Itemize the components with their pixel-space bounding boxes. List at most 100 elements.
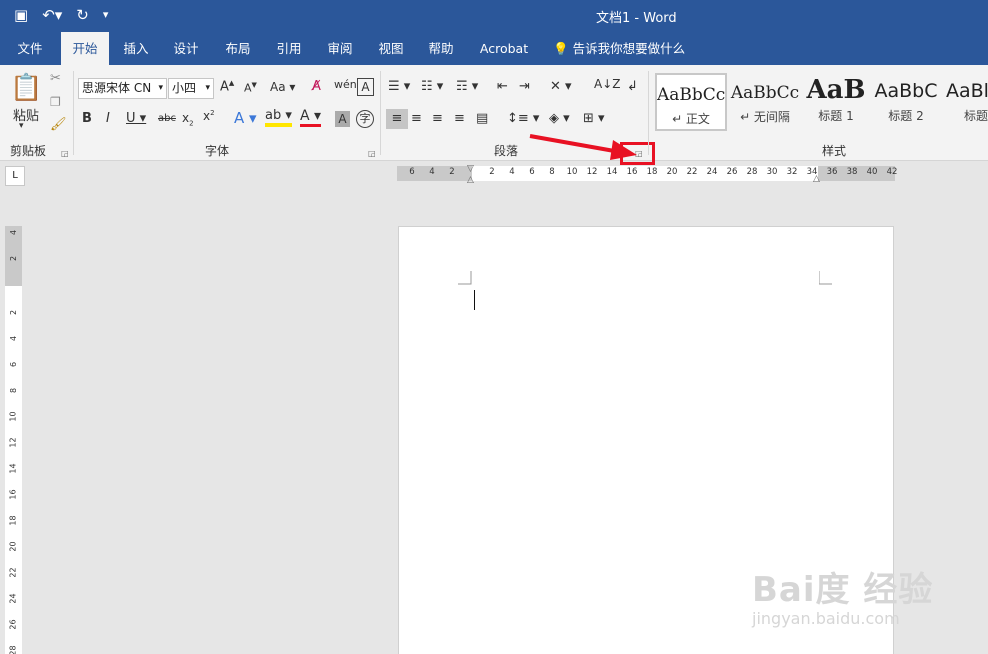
ruler-tick-label: 32 <box>786 167 798 177</box>
style-no-spacing[interactable]: AaBbCc ↵ 无间隔 <box>729 73 801 131</box>
ribbon: 📋 粘贴 ▾ ✂ ❐ 🖌 剪贴板 ◲ 思源宋体 CN ▾ 小四 ▾ A▲ A▼ … <box>0 65 988 165</box>
style-title[interactable]: AaBl 标题 <box>942 73 988 131</box>
multilevel-list-icon[interactable]: ☶ ▾ <box>456 79 478 94</box>
change-case-icon[interactable]: Aa ▾ <box>270 80 295 94</box>
align-left-icon[interactable]: ≡ <box>386 109 408 129</box>
cut-icon[interactable]: ✂ <box>50 71 61 86</box>
ruler-tick-label: 8 <box>549 167 555 177</box>
paragraph-group-label: 段落 <box>494 144 519 158</box>
ruler-tick-label: 28 <box>746 167 758 177</box>
style-normal[interactable]: AaBbCc ↵ 正文 <box>655 73 727 131</box>
divider <box>73 71 74 155</box>
style-label: 标题 1 <box>818 109 854 123</box>
bullets-icon[interactable]: ☰ ▾ <box>388 79 410 94</box>
decrease-indent-icon[interactable]: ⇤ <box>497 79 508 94</box>
tab-home[interactable]: 开始 <box>61 32 109 65</box>
tell-me-search[interactable]: 💡 告诉我你想要做什么 <box>553 32 685 65</box>
ruler-tick-label: 12 <box>586 167 598 177</box>
customize-qat-icon[interactable]: ▾ <box>103 6 109 24</box>
clear-formatting-icon[interactable]: A̸ <box>312 79 321 94</box>
hanging-indent-marker[interactable]: △ <box>467 175 474 185</box>
tab-layout[interactable]: 布局 <box>218 32 258 65</box>
strikethrough-icon[interactable]: abc <box>158 113 176 124</box>
ruler-tick-label: 4 <box>9 229 18 236</box>
ruler-tick-label: 30 <box>766 167 778 177</box>
ruler-tick-label: 24 <box>706 167 718 177</box>
align-right-icon[interactable]: ≡ <box>432 109 443 129</box>
enclose-characters-icon[interactable]: 字 <box>356 110 374 128</box>
ruler-tick-label: 16 <box>626 167 638 177</box>
ruler-tick-label: 2 <box>9 309 18 316</box>
ruler-tick-label: 2 <box>449 167 455 177</box>
format-painter-icon[interactable]: 🖌 <box>50 117 67 132</box>
justify-icon[interactable]: ≡ <box>454 109 465 129</box>
undo-icon[interactable]: ↶▾ <box>42 6 62 24</box>
ruler-tick-label: 10 <box>566 167 578 177</box>
distributed-icon[interactable]: ▤ <box>476 109 488 129</box>
shrink-font-icon[interactable]: A▼ <box>244 81 257 95</box>
style-heading-1[interactable]: AaB 标题 1 <box>800 73 872 131</box>
show-marks-icon[interactable]: ↲ <box>627 79 638 94</box>
shading-icon[interactable]: ◈ ▾ <box>549 109 570 129</box>
watermark-url: jingyan.baidu.com <box>752 609 900 628</box>
numbering-icon[interactable]: ☷ ▾ <box>421 79 443 94</box>
ruler-tick-label: 4 <box>429 167 435 177</box>
paste-dropdown-icon[interactable]: ▾ <box>19 121 24 131</box>
tab-insert[interactable]: 插入 <box>116 32 156 65</box>
ruler-tick-label: 12 <box>9 437 18 448</box>
font-size-dropdown[interactable]: 小四 ▾ <box>168 78 214 99</box>
highlight-color-icon[interactable]: ab ▾ <box>265 109 292 127</box>
ruler-tick-label: 22 <box>9 567 18 578</box>
clipboard-launcher-icon[interactable]: ◲ <box>61 149 69 158</box>
divider <box>380 71 381 155</box>
ruler-tick-label: 18 <box>646 167 658 177</box>
font-size-value: 小四 <box>172 81 197 95</box>
font-launcher-icon[interactable]: ◲ <box>368 149 376 158</box>
ruler-tick-label: 36 <box>826 167 838 177</box>
italic-icon[interactable]: I <box>106 111 110 126</box>
horizontal-ruler[interactable]: 6 4 2 2 4 6 8 10 12 14 16 18 20 22 24 26 28 30 32 34 36 38 40 4… <box>397 164 897 185</box>
superscript-icon[interactable]: x2 <box>203 109 215 123</box>
grow-font-icon[interactable]: A▲ <box>220 79 234 94</box>
tab-acrobat[interactable]: Acrobat <box>475 32 533 65</box>
lightbulb-icon: 💡 <box>553 41 569 56</box>
right-indent-marker[interactable]: △ <box>813 174 820 184</box>
tab-view[interactable]: 视图 <box>371 32 411 65</box>
vertical-ruler[interactable]: 4 2 2 4 6 8 10 12 14 16 18 20 22 24 26 28 <box>5 226 22 654</box>
underline-icon[interactable]: U ▾ <box>126 111 146 126</box>
paste-icon[interactable]: 📋 <box>10 73 42 103</box>
subscript-icon[interactable]: x2 <box>182 111 194 127</box>
paste-button[interactable]: 粘贴 <box>10 105 42 124</box>
font-name-dropdown[interactable]: 思源宋体 CN ▾ <box>78 78 167 99</box>
ruler-tick-label: 20 <box>666 167 678 177</box>
phonetic-guide-icon[interactable]: wén <box>334 78 357 91</box>
redo-icon[interactable]: ↻ <box>76 6 89 24</box>
character-border-icon[interactable]: A <box>357 78 374 96</box>
ruler-tick-label: 26 <box>726 167 738 177</box>
tab-references[interactable]: 引用 <box>269 32 309 65</box>
tab-help[interactable]: 帮助 <box>421 32 461 65</box>
tab-design[interactable]: 设计 <box>166 32 206 65</box>
copy-icon[interactable]: ❐ <box>50 95 61 109</box>
text-effects-icon[interactable]: A ▾ <box>234 109 257 127</box>
align-center-icon[interactable]: ≡ <box>411 109 422 129</box>
sort-icon[interactable]: A↓Z <box>594 77 620 91</box>
line-spacing-icon[interactable]: ↕≡ ▾ <box>507 109 539 129</box>
style-heading-2[interactable]: AaBbC 标题 2 <box>870 73 942 131</box>
first-line-indent-marker[interactable]: ▽ <box>467 164 474 174</box>
save-icon[interactable]: ▣ <box>14 6 28 24</box>
borders-icon[interactable]: ⊞ ▾ <box>583 109 605 129</box>
ruler-tick-label: 10 <box>9 411 18 422</box>
tab-stop-selector[interactable]: L <box>5 166 25 186</box>
bold-icon[interactable]: B <box>82 111 92 126</box>
style-sample: AaBbC <box>874 80 938 102</box>
title-bar: ▣ ↶▾ ↻ ▾ 文档1 - Word <box>0 0 988 32</box>
increase-indent-icon[interactable]: ⇥ <box>519 79 530 94</box>
ruler-tick-label: 8 <box>9 387 18 394</box>
character-shading-icon[interactable]: A <box>335 111 350 127</box>
tab-review[interactable]: 审阅 <box>320 32 360 65</box>
font-color-icon[interactable]: A ▾ <box>300 109 322 127</box>
ruler-tick-label: 28 <box>9 645 18 654</box>
chinese-layout-icon[interactable]: ✕ ▾ <box>550 79 572 94</box>
tab-file[interactable]: 文件 <box>10 32 50 65</box>
